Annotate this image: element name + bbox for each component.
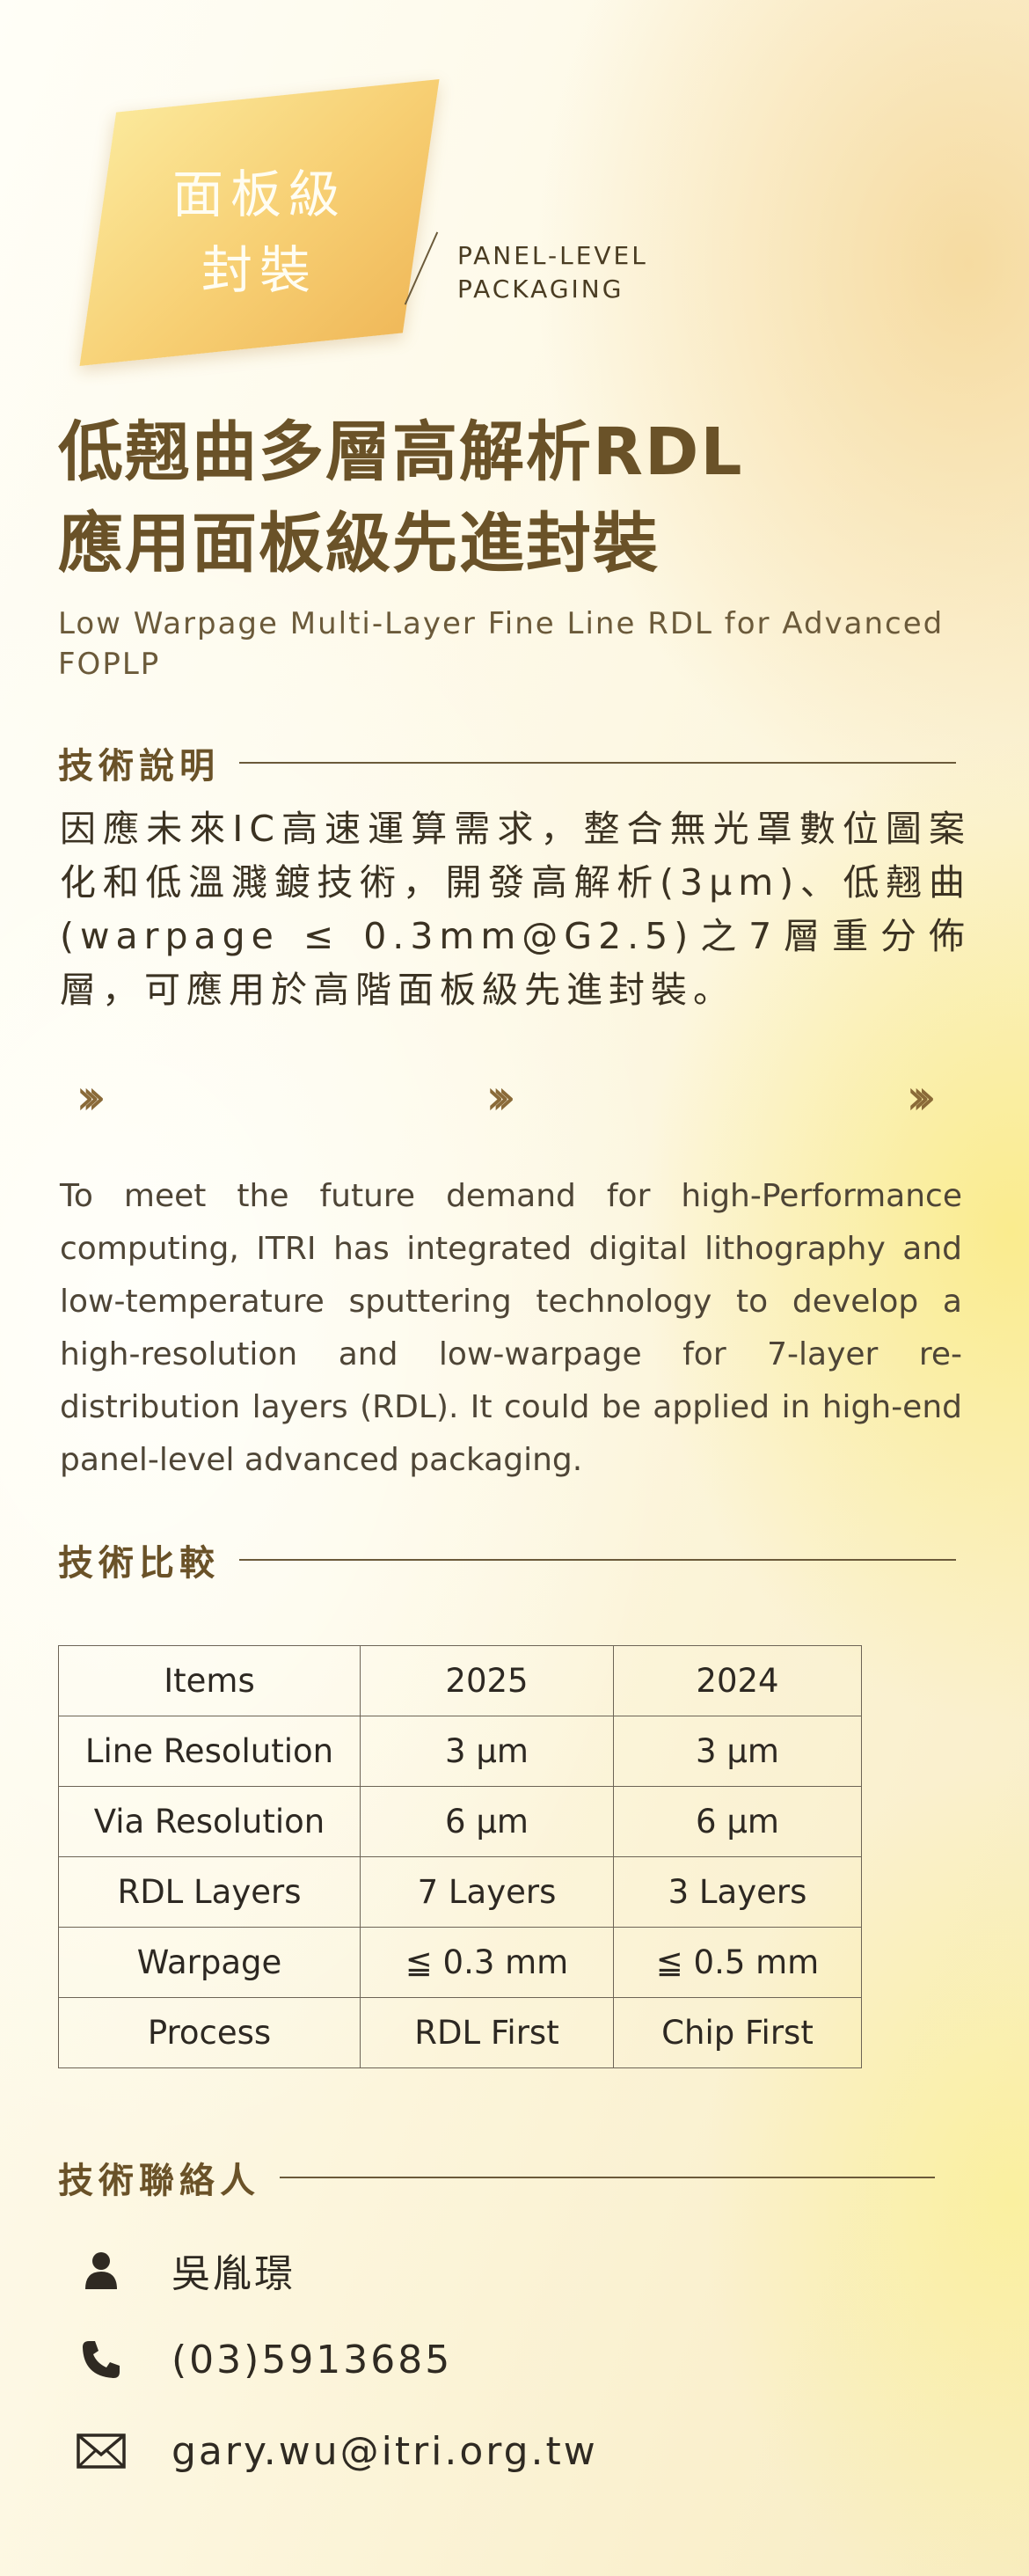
triple-chevron-right-icon: ››› (906, 1069, 937, 1126)
table-cell: Warpage (58, 1927, 361, 1998)
page-subtitle: Low Warpage Multi-Layer Fine Line RDL fo… (58, 606, 945, 682)
table-cell: 3 μm (613, 1716, 862, 1787)
contact-phone[interactable]: (03)5913685 (172, 2338, 452, 2382)
table-header-cell: 2025 (360, 1645, 614, 1716)
contact-name: 吳胤璟 (172, 2251, 296, 2296)
table-header-cell: Items (58, 1645, 361, 1716)
table-row: RDL Layers 7 Layers 3 Layers (58, 1856, 862, 1928)
comparison-table: Items 2025 2024 Line Resolution 3 μm 3 μ… (58, 1645, 862, 2068)
table-header-cell: 2024 (613, 1645, 862, 1716)
table-header-row: Items 2025 2024 (58, 1645, 862, 1716)
table-cell: Line Resolution (58, 1716, 361, 1787)
contact-email-row: gary.wu@itri.org.tw (75, 2425, 598, 2477)
badge-english-line2: PACKAGING (457, 274, 624, 304)
table-row: Via Resolution 6 μm 6 μm (58, 1786, 862, 1857)
section-divider (280, 2177, 935, 2178)
badge-english: PANEL-LEVEL PACKAGING (457, 239, 648, 306)
table-cell: 6 μm (613, 1786, 862, 1857)
mail-icon (75, 2425, 128, 2477)
description-en: To meet the future demand for high-Perfo… (60, 1178, 962, 1478)
table-cell: ≦ 0.3 mm (360, 1927, 614, 1998)
badge-line2: 封裝 (201, 240, 317, 300)
table-row: Line Resolution 3 μm 3 μm (58, 1716, 862, 1787)
table-cell: 6 μm (360, 1786, 614, 1857)
badge-english-line1: PANEL-LEVEL (457, 241, 648, 270)
section-tech-description: 技術說明 (58, 737, 956, 788)
table-row: Process RDL First Chip First (58, 1997, 862, 2068)
table-cell: Process (58, 1997, 361, 2068)
table-cell: ≦ 0.5 mm (613, 1927, 862, 1998)
section-divider (239, 1559, 956, 1561)
description-zh: 因應未來IC高速運算需求，整合無光罩數位圖案化和低溫濺鍍技術，開發高解析(3μm… (60, 808, 971, 1011)
table-cell: 3 Layers (613, 1856, 862, 1928)
title-line2: 應用面板級先進封裝 (58, 506, 660, 582)
section-divider (239, 762, 956, 764)
person-icon (75, 2243, 128, 2296)
title-line1: 低翹曲多層高解析RDL (58, 414, 744, 490)
phone-icon (75, 2333, 128, 2386)
contact-email[interactable]: gary.wu@itri.org.tw (172, 2429, 598, 2474)
page-title: 低翹曲多層高解析RDL 應用面板級先進封裝 (58, 406, 744, 589)
section-heading: 技術比較 (58, 1543, 220, 1584)
table-cell: RDL Layers (58, 1856, 361, 1928)
badge-title: 面板級 封裝 (158, 157, 361, 308)
badge-line1: 面板級 (172, 165, 347, 224)
triple-chevron-right-icon: ››› (76, 1069, 106, 1126)
table-cell: RDL First (360, 1997, 614, 2068)
table-cell: Chip First (613, 1997, 862, 2068)
table-cell: Via Resolution (58, 1786, 361, 1857)
section-tech-comparison: 技術比較 (58, 1534, 956, 1585)
contact-phone-row: (03)5913685 (75, 2333, 452, 2386)
section-contact: 技術聯絡人 (58, 2152, 935, 2203)
table-cell: 3 μm (360, 1716, 614, 1787)
table-row: Warpage ≦ 0.3 mm ≦ 0.5 mm (58, 1927, 862, 1998)
triple-chevron-right-icon: ››› (485, 1069, 516, 1126)
section-heading: 技術聯絡人 (58, 2161, 260, 2201)
contact-name-row: 吳胤璟 (75, 2242, 296, 2298)
table-cell: 7 Layers (360, 1856, 614, 1928)
section-heading: 技術說明 (58, 746, 220, 787)
